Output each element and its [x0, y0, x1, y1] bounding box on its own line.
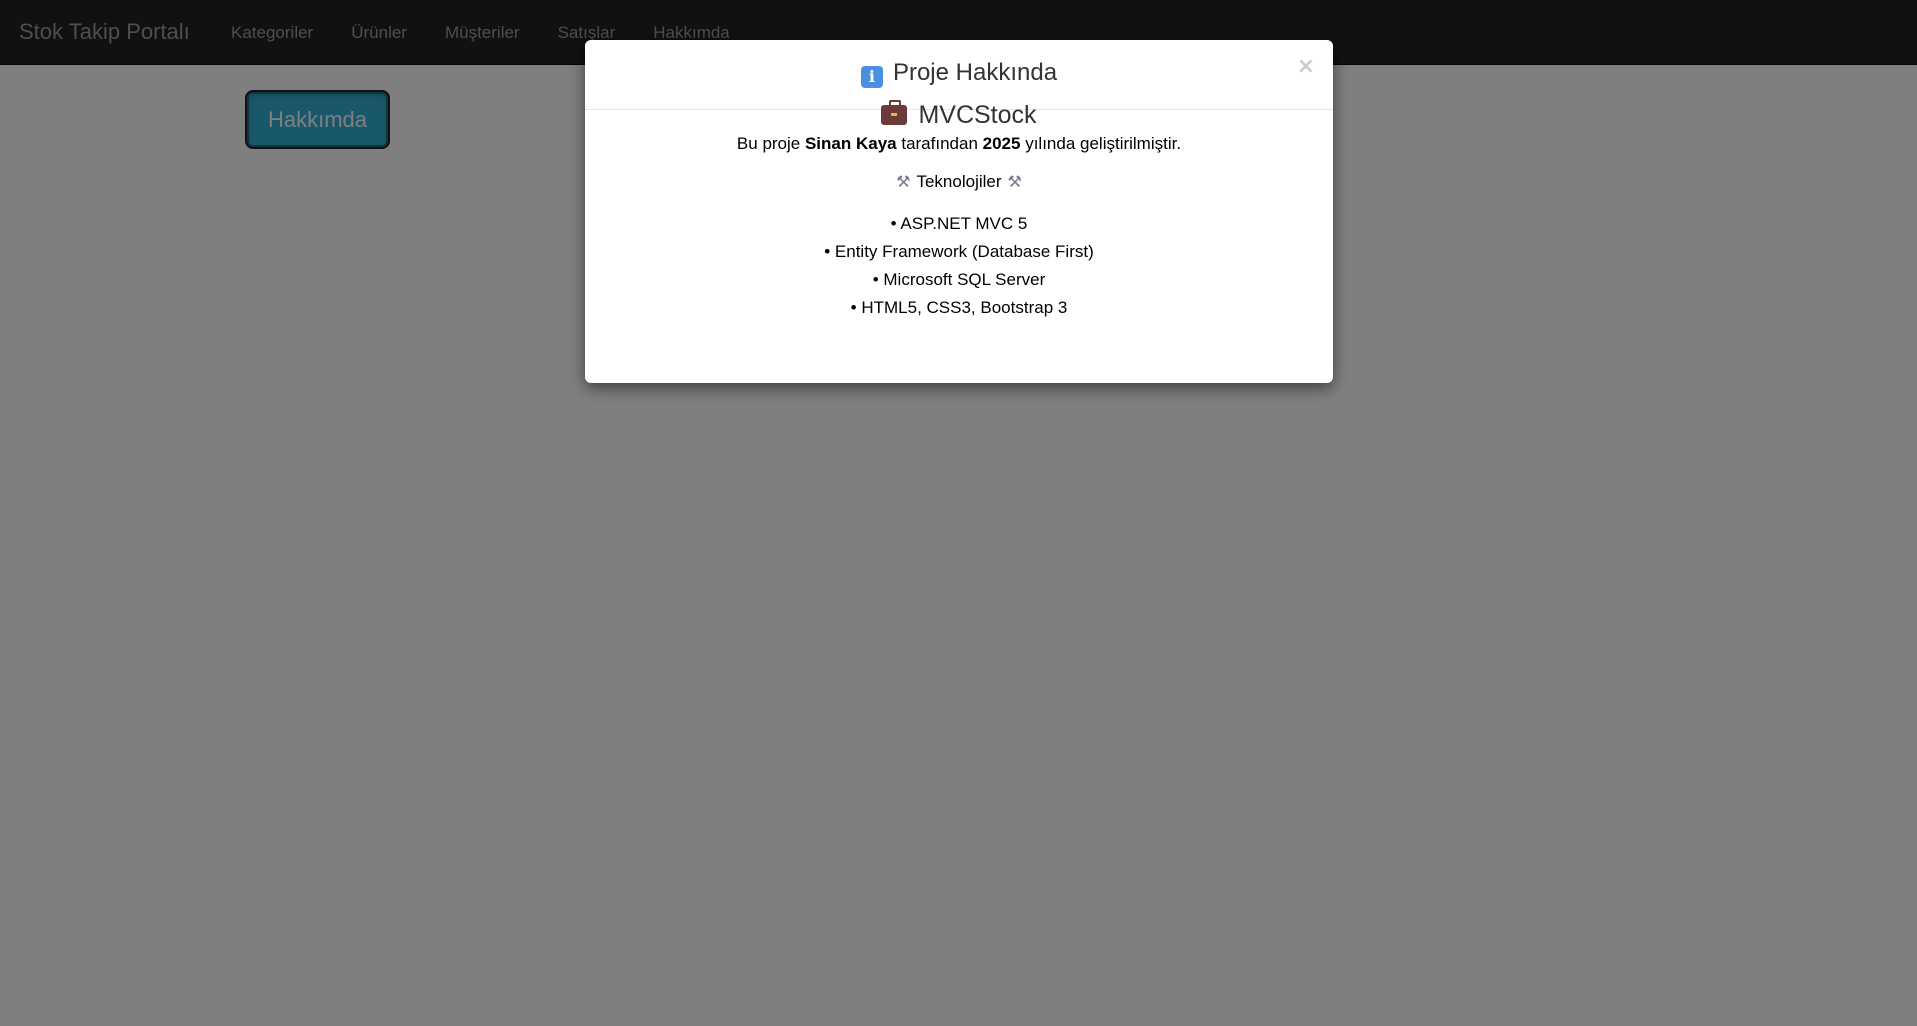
tech-heading: ⚒ Teknolojiler ⚒: [585, 170, 1333, 194]
tech-item: • HTML5, CSS3, Bootstrap 3: [850, 298, 1068, 317]
project-description: Bu proje Sinan Kaya tarafından 2025 yılı…: [585, 132, 1333, 156]
info-icon: i: [860, 66, 883, 88]
tech-heading-text: Teknolojiler: [916, 172, 1002, 191]
close-icon[interactable]: ×: [1297, 55, 1315, 79]
modal-title-text: Proje Hakkında: [892, 59, 1058, 86]
tools-icon: ⚒: [896, 172, 911, 191]
desc-suffix: yılında geliştirilmiştir.: [1020, 134, 1182, 153]
desc-prefix: Bu proje: [736, 134, 805, 153]
modal-title: i Proje Hakkında: [585, 58, 1333, 88]
briefcase-icon: [881, 100, 908, 125]
tools-icon: ⚒: [1007, 172, 1022, 191]
tech-item: • Microsoft SQL Server: [872, 270, 1046, 289]
project-title: MVCStock: [585, 100, 1333, 130]
author-name: Sinan Kaya: [804, 134, 897, 153]
tech-item: • ASP.NET MVC 5: [890, 214, 1028, 233]
about-modal: i Proje Hakkında × MVCStock Bu proje Sina…: [585, 40, 1333, 383]
desc-middle: tarafından: [896, 134, 983, 153]
tech-item: • Entity Framework (Database First): [824, 242, 1094, 261]
project-name: MVCStock: [918, 101, 1037, 129]
project-year: 2025: [982, 134, 1021, 153]
tech-list: • ASP.NET MVC 5 • Entity Framework (Data…: [585, 210, 1333, 322]
